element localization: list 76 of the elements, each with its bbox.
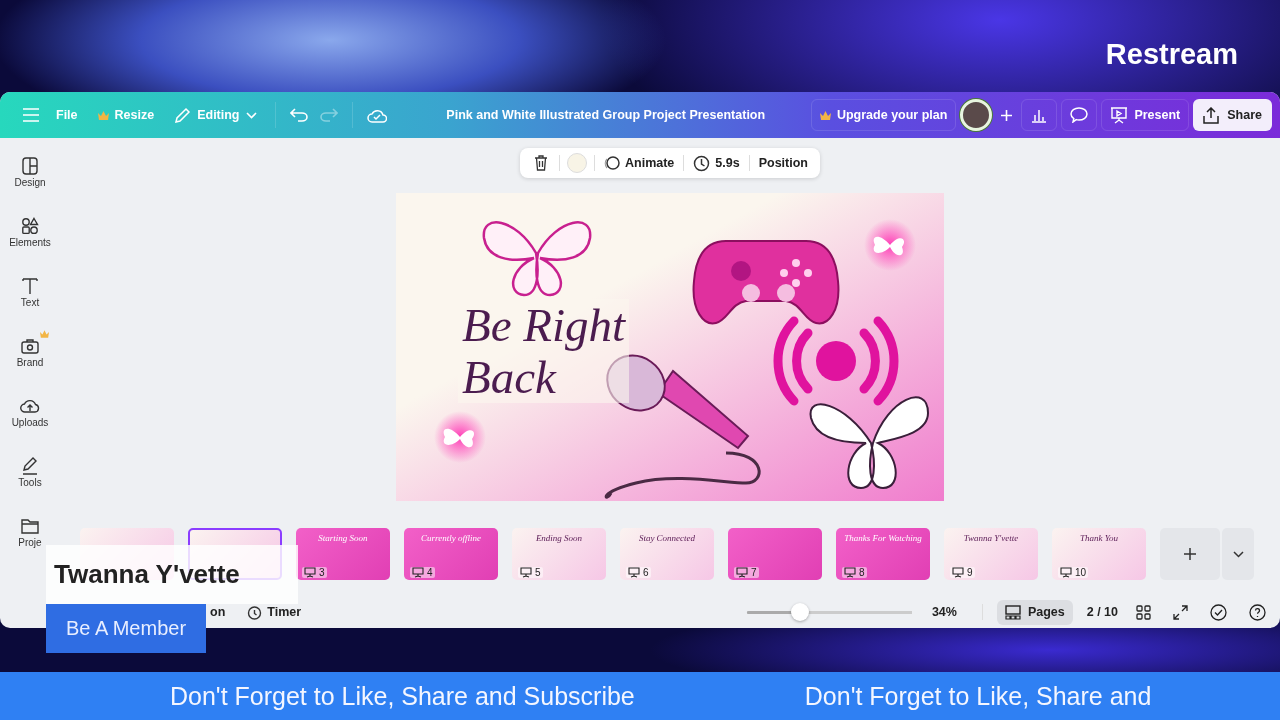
pen-icon: [20, 456, 40, 476]
shapes-icon: [20, 216, 40, 236]
butterfly-drawing: [434, 411, 486, 463]
presentation-icon: [952, 567, 964, 578]
presentation-icon: [1060, 567, 1072, 578]
sidebar-item[interactable]: Text: [11, 270, 49, 330]
ticker-text: Don't Forget to Like, Share and: [804, 681, 1152, 711]
page-thumbnail[interactable]: Thank You 10: [1052, 528, 1146, 580]
presentation-icon: [1110, 106, 1129, 124]
page-number: 4: [410, 567, 435, 578]
sidebar-item[interactable]: Uploads: [11, 390, 49, 450]
animation-icon: [604, 155, 620, 171]
pencil-icon: [174, 106, 192, 124]
clock-icon: [247, 604, 263, 620]
butterfly-drawing: [864, 219, 916, 271]
presentation-icon: [844, 567, 856, 578]
crown-icon: [819, 110, 831, 120]
document-title[interactable]: Pink and White Illustrated Group Project Presentation: [446, 108, 766, 122]
presentation-icon: [520, 567, 532, 578]
zoom-percentage[interactable]: 34%: [931, 605, 968, 619]
folder-icon: [20, 516, 40, 536]
page-number: 9: [950, 567, 975, 578]
chevron-down-icon: [245, 111, 257, 119]
analytics-button[interactable]: [1021, 99, 1058, 131]
position-button[interactable]: Position: [756, 153, 810, 173]
upgrade-button[interactable]: Upgrade your plan: [810, 99, 957, 131]
sidebar-item[interactable]: Design: [11, 150, 49, 210]
ticker-text: Don't Forget to Like, Share and Subscribe: [170, 681, 635, 711]
presentation-icon: [304, 567, 316, 578]
comment-icon: [1070, 107, 1089, 123]
present-button[interactable]: Present: [1101, 99, 1190, 131]
page-counter: 2 / 10: [1086, 605, 1118, 619]
sidebar-item[interactable]: Elements: [9, 210, 51, 270]
share-icon: [1203, 106, 1220, 124]
page-number: 10: [1058, 567, 1089, 578]
page-number: 7: [734, 567, 759, 578]
crown-icon: [97, 110, 109, 120]
page-thumbnail[interactable]: Thanks For Watching 8: [836, 528, 930, 580]
clock-icon: [693, 154, 711, 172]
page-number: 8: [842, 567, 867, 578]
presentation-icon: [412, 567, 424, 578]
pages-layout-icon: [1004, 604, 1021, 620]
duration-button[interactable]: 5.9s: [691, 151, 742, 175]
chevron-down-icon: [1232, 550, 1244, 558]
restream-logo: Restream: [1105, 37, 1238, 71]
page-number: 3: [302, 567, 327, 578]
animate-button[interactable]: Animate: [602, 152, 677, 174]
share-button[interactable]: Share: [1193, 99, 1272, 131]
sidebar-item[interactable]: Proje: [11, 510, 49, 570]
page-thumbnail[interactable]: Ending Soon 5: [512, 528, 606, 580]
presentation-icon: [736, 567, 748, 578]
page-thumbnail[interactable]: Twanna Y'vette 9: [944, 528, 1038, 580]
slide[interactable]: Be Right Back: [396, 193, 944, 501]
page-thumbnail[interactable]: Stay Connected 6: [620, 528, 714, 580]
bar-chart-icon: [1031, 107, 1048, 123]
text-icon: [20, 276, 40, 296]
plus-icon: [1183, 547, 1197, 561]
sidebar-item[interactable]: Tools: [11, 450, 49, 510]
pages-button[interactable]: Pages: [996, 599, 1073, 625]
page-thumbnail[interactable]: Currently offline 4: [404, 528, 498, 580]
color-swatch[interactable]: [567, 153, 587, 173]
presentation-icon: [628, 567, 640, 578]
duration-label[interactable]: on: [210, 605, 226, 619]
page-number: 6: [626, 567, 651, 578]
page-thumbnail[interactable]: Starting Soon 3: [296, 528, 390, 580]
comment-button[interactable]: [1061, 99, 1098, 131]
slide-heading[interactable]: Be Right Back: [458, 299, 630, 403]
page-thumbnail[interactable]: 7: [728, 528, 822, 580]
name-banner-toast: Twanna Y'vette: [46, 545, 298, 604]
avatar[interactable]: [960, 99, 993, 131]
layout-icon: [20, 156, 40, 176]
slider-handle[interactable]: [790, 603, 809, 621]
sidebar-item[interactable]: Brand: [11, 330, 49, 390]
timer-button[interactable]: Timer: [245, 601, 304, 623]
page-number: 5: [518, 567, 543, 578]
member-banner-toast[interactable]: Be A Member: [46, 604, 207, 653]
